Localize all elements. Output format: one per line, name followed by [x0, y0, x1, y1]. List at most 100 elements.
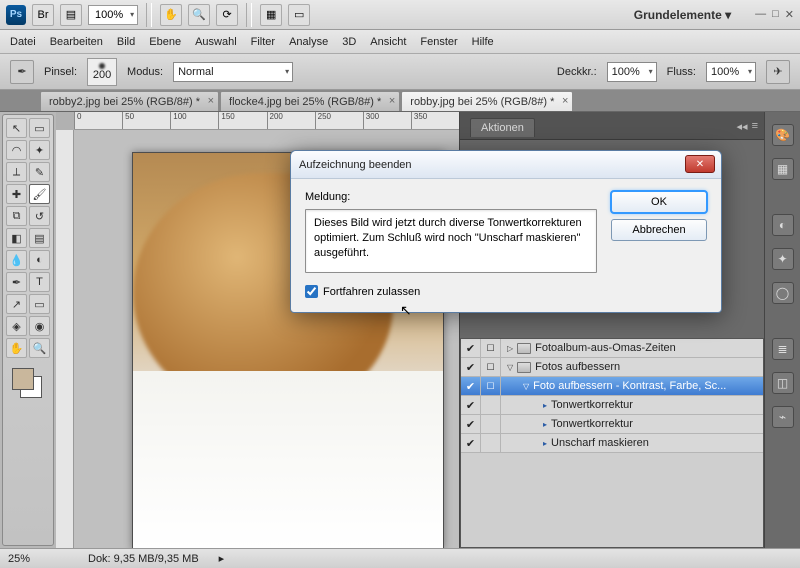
- close-icon[interactable]: ×: [562, 95, 568, 107]
- document-tab[interactable]: robby2.jpg bei 25% (RGB/8#) *×: [40, 91, 219, 111]
- cancel-button[interactable]: Abbrechen: [611, 219, 707, 241]
- blend-mode-select[interactable]: Normal: [173, 62, 293, 82]
- workspace-selector[interactable]: Grundelemente ▾: [634, 8, 741, 22]
- foreground-color-swatch[interactable]: [12, 368, 34, 390]
- actions-tab[interactable]: Aktionen: [470, 118, 535, 137]
- action-checkbox[interactable]: ✔: [461, 339, 481, 357]
- brush-preset-picker[interactable]: 200: [87, 58, 117, 86]
- eraser-tool[interactable]: ◧: [6, 228, 27, 248]
- menu-ansicht[interactable]: Ansicht: [370, 36, 406, 48]
- dodge-tool[interactable]: ◐: [29, 250, 50, 270]
- panel-menu-icon[interactable]: ≡: [752, 120, 758, 133]
- action-row[interactable]: ✔☐ ▽Fotos aufbessern: [461, 358, 763, 377]
- shape-tool[interactable]: ▭: [29, 294, 50, 314]
- dialog-titlebar[interactable]: Aufzeichnung beenden ✕: [291, 151, 721, 179]
- document-tab-active[interactable]: robby.jpg bei 25% (RGB/8#) *×: [401, 91, 573, 111]
- message-textarea[interactable]: Dieses Bild wird jetzt durch diverse Ton…: [305, 209, 597, 273]
- layers-panel-icon[interactable]: ≣: [772, 338, 794, 360]
- marquee-tool[interactable]: ▭: [29, 118, 50, 138]
- brush-tool[interactable]: 🖌: [29, 184, 50, 204]
- crop-tool[interactable]: ⟂: [6, 162, 27, 182]
- arrange-docs-button[interactable]: ▦: [260, 4, 282, 26]
- action-dialog-toggle[interactable]: [481, 434, 501, 452]
- allow-continue-checkbox[interactable]: Fortfahren zulassen: [305, 285, 597, 298]
- action-checkbox[interactable]: ✔: [461, 377, 481, 395]
- swatches-panel-icon[interactable]: ▦: [772, 158, 794, 180]
- rotate-view-button[interactable]: ⟳: [216, 4, 238, 26]
- stamp-tool[interactable]: ⧉: [6, 206, 27, 226]
- menu-fenster[interactable]: Fenster: [420, 36, 457, 48]
- action-row[interactable]: ✔ ▸Unscharf maskieren: [461, 434, 763, 453]
- chevron-right-icon[interactable]: ▸: [219, 552, 225, 565]
- menu-hilfe[interactable]: Hilfe: [472, 36, 494, 48]
- history-brush-tool[interactable]: ↺: [29, 206, 50, 226]
- gradient-tool[interactable]: ▤: [29, 228, 50, 248]
- chevron-down-icon[interactable]: ▽: [523, 382, 529, 391]
- close-icon[interactable]: ×: [208, 95, 214, 107]
- action-row-selected[interactable]: ✔☐ ▽Foto aufbessern - Kontrast, Farbe, S…: [461, 377, 763, 396]
- flow-field[interactable]: 100%: [706, 62, 756, 82]
- menu-3d[interactable]: 3D: [342, 36, 356, 48]
- minimize-button[interactable]: —: [755, 8, 766, 21]
- chevron-right-icon[interactable]: ▷: [507, 344, 513, 353]
- ok-button[interactable]: OK: [611, 191, 707, 213]
- color-swatches[interactable]: [6, 366, 50, 402]
- masks-panel-icon[interactable]: ◯: [772, 282, 794, 304]
- heal-tool[interactable]: ✚: [6, 184, 27, 204]
- close-icon[interactable]: ×: [389, 95, 395, 107]
- menu-analyse[interactable]: Analyse: [289, 36, 328, 48]
- action-dialog-toggle[interactable]: ☐: [481, 339, 501, 357]
- wand-tool[interactable]: ✦: [29, 140, 50, 160]
- close-window-button[interactable]: ✕: [785, 8, 794, 21]
- maximize-button[interactable]: □: [772, 8, 779, 21]
- opacity-field[interactable]: 100%: [607, 62, 657, 82]
- action-dialog-toggle[interactable]: ☐: [481, 358, 501, 376]
- channels-panel-icon[interactable]: ◫: [772, 372, 794, 394]
- action-dialog-toggle[interactable]: [481, 415, 501, 433]
- type-tool[interactable]: T: [29, 272, 50, 292]
- view-zoom-select[interactable]: 100%: [88, 5, 138, 25]
- screen-mode-button[interactable]: ▭: [288, 4, 310, 26]
- 3d-tool[interactable]: ◈: [6, 316, 27, 336]
- lasso-tool[interactable]: ◠: [6, 140, 27, 160]
- menu-auswahl[interactable]: Auswahl: [195, 36, 237, 48]
- action-row[interactable]: ✔☐ ▷Fotoalbum-aus-Omas-Zeiten: [461, 339, 763, 358]
- adjustments-panel-icon[interactable]: ◐: [772, 214, 794, 236]
- blur-tool[interactable]: 💧: [6, 250, 27, 270]
- dialog-close-button[interactable]: ✕: [685, 155, 715, 173]
- eyedropper-tool[interactable]: ✎: [29, 162, 50, 182]
- history-button[interactable]: ▤: [60, 4, 82, 26]
- action-checkbox[interactable]: ✔: [461, 396, 481, 414]
- menu-filter[interactable]: Filter: [251, 36, 275, 48]
- menu-bearbeiten[interactable]: Bearbeiten: [50, 36, 103, 48]
- action-checkbox[interactable]: ✔: [461, 415, 481, 433]
- camera-tool[interactable]: ◉: [29, 316, 50, 336]
- current-tool-icon[interactable]: ✒: [10, 60, 34, 84]
- hand-tool[interactable]: ✋: [6, 338, 27, 358]
- chevron-down-icon[interactable]: ▽: [507, 363, 513, 372]
- menu-ebene[interactable]: Ebene: [149, 36, 181, 48]
- panel-collapse-icon[interactable]: ◂◂: [737, 120, 748, 133]
- move-tool[interactable]: ↖: [6, 118, 27, 138]
- action-checkbox[interactable]: ✔: [461, 434, 481, 452]
- pen-tool[interactable]: ✒: [6, 272, 27, 292]
- action-row[interactable]: ✔ ▸Tonwertkorrektur: [461, 415, 763, 434]
- action-dialog-toggle[interactable]: ☐: [481, 377, 501, 395]
- zoom-level[interactable]: 25%: [8, 553, 68, 565]
- path-tool[interactable]: ↗: [6, 294, 27, 314]
- bridge-button[interactable]: Br: [32, 4, 54, 26]
- menu-bild[interactable]: Bild: [117, 36, 135, 48]
- document-tab[interactable]: flocke4.jpg bei 25% (RGB/8#) *×: [220, 91, 400, 111]
- styles-panel-icon[interactable]: ✦: [772, 248, 794, 270]
- airbrush-toggle[interactable]: ✈: [766, 60, 790, 84]
- menu-datei[interactable]: Datei: [10, 36, 36, 48]
- action-dialog-toggle[interactable]: [481, 396, 501, 414]
- zoom-tool[interactable]: 🔍: [29, 338, 50, 358]
- action-row[interactable]: ✔ ▸Tonwertkorrektur: [461, 396, 763, 415]
- paths-panel-icon[interactable]: ⌁: [772, 406, 794, 428]
- color-panel-icon[interactable]: 🎨: [772, 124, 794, 146]
- hand-tool-button[interactable]: ✋: [160, 4, 182, 26]
- action-checkbox[interactable]: ✔: [461, 358, 481, 376]
- zoom-tool-button[interactable]: 🔍: [188, 4, 210, 26]
- allow-continue-input[interactable]: [305, 285, 318, 298]
